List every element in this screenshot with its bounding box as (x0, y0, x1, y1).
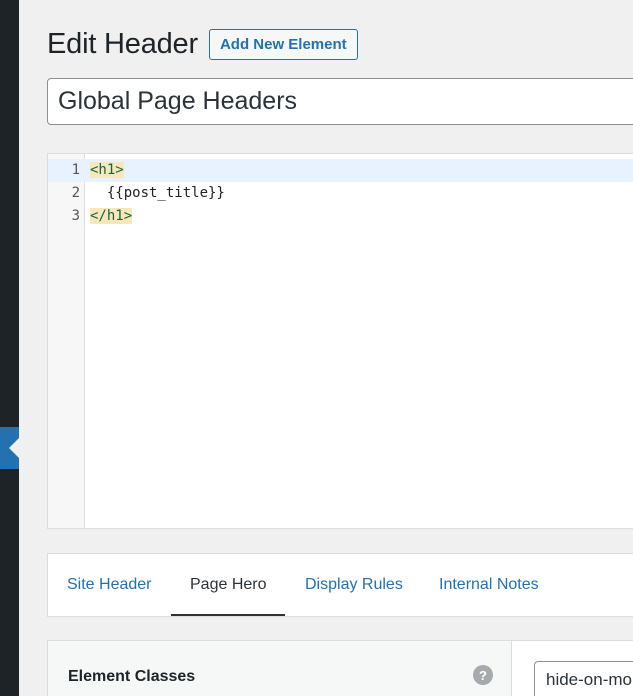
page: Edit Header Add New Element 1 <h1> 2 {{p… (0, 0, 633, 696)
add-new-element-button[interactable]: Add New Element (208, 28, 358, 60)
tab-internal-notes[interactable]: Internal Notes (439, 554, 539, 616)
line-number: 3 (71, 208, 80, 224)
page-heading: Edit Header Add New Element (47, 26, 358, 62)
code-text: {{post_title}} (90, 185, 225, 201)
help-icon[interactable]: ? (473, 665, 493, 685)
element-title-input[interactable] (47, 78, 633, 125)
code-line[interactable]: 3 </h1> (48, 205, 633, 228)
line-number: 2 (71, 185, 80, 201)
code-text: </h1> (90, 205, 133, 228)
page-title: Edit Header (47, 27, 198, 60)
active-tab-indicator (171, 614, 285, 616)
tab-site-header[interactable]: Site Header (67, 554, 152, 616)
element-settings-tabs: Site Header Page Hero Display Rules Inte… (47, 553, 633, 617)
code-editor[interactable]: 1 <h1> 2 {{post_title}} 3 </h1> (47, 153, 633, 529)
admin-sidebar (0, 0, 19, 696)
tab-page-hero[interactable]: Page Hero (190, 554, 267, 616)
option-label-cell: Element Classes ? (48, 641, 512, 696)
element-options-panel: Element Classes ? (47, 640, 633, 696)
html-open-tag: <h1> (90, 162, 124, 178)
code-line[interactable]: 1 <h1> (48, 159, 633, 182)
element-classes-input[interactable] (534, 661, 633, 696)
line-number: 1 (71, 162, 80, 178)
code-line[interactable]: 2 {{post_title}} (48, 182, 633, 205)
code-text: <h1> (90, 159, 124, 182)
element-classes-label: Element Classes (68, 668, 196, 685)
tab-display-rules[interactable]: Display Rules (305, 554, 403, 616)
html-close-tag: </h1> (90, 208, 133, 224)
menu-current-arrow-icon (9, 438, 19, 458)
